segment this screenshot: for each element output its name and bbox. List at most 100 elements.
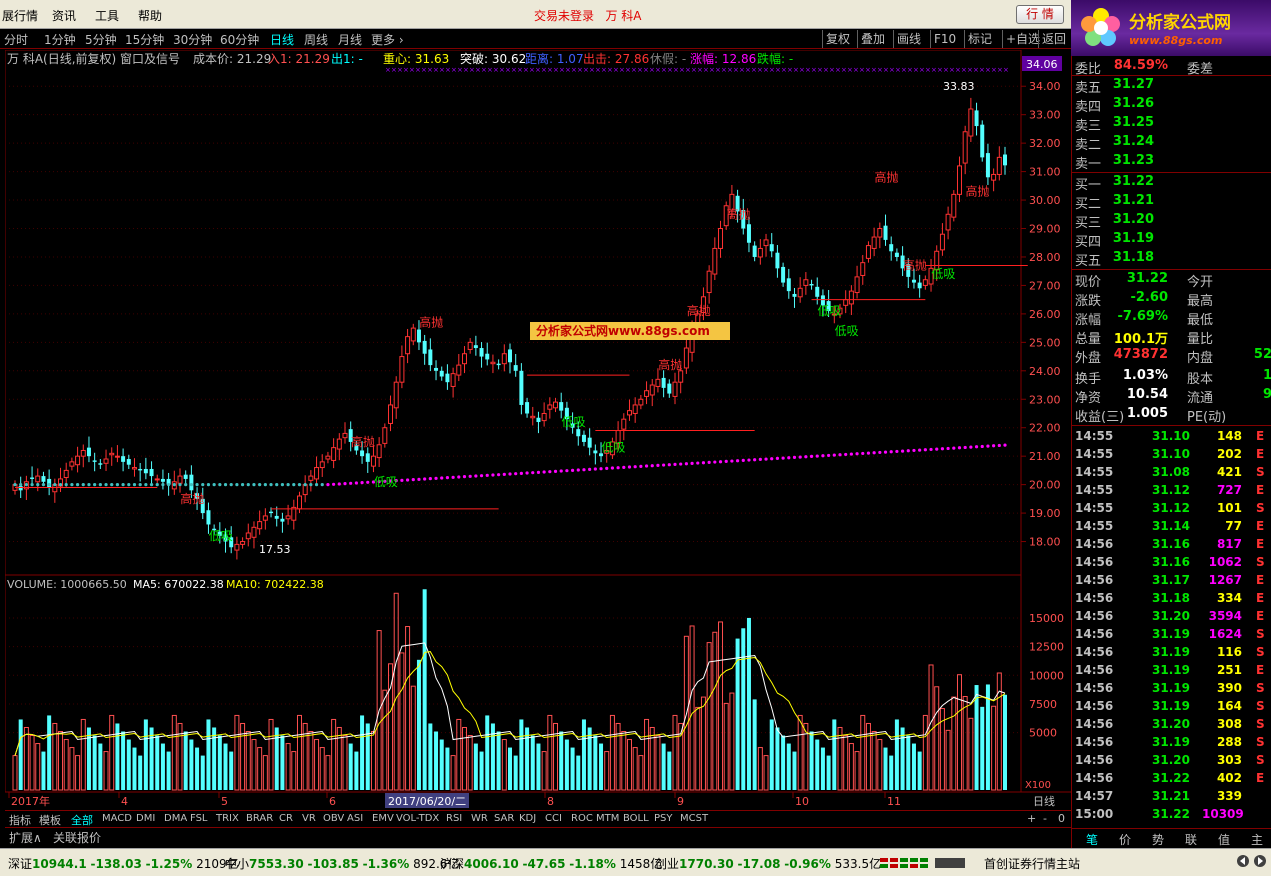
right-tab[interactable]: 价	[1111, 831, 1139, 848]
period-tab-weekly[interactable]: 周线	[304, 31, 328, 48]
tick-row[interactable]: 14:56 31.22 402 E	[1072, 769, 1271, 787]
f10-button[interactable]: F10	[930, 30, 959, 48]
period-tab-1min[interactable]: 1分钟	[44, 31, 76, 48]
login-status[interactable]: 交易未登录 万 科A	[534, 7, 642, 24]
buy-order-row[interactable]: 买二 31.21	[1072, 192, 1271, 212]
indicator-tab[interactable]: BRAR	[246, 813, 273, 824]
tick-row[interactable]: 14:57 31.21 339	[1072, 787, 1271, 805]
index-zx[interactable]: 中小7553.30 -103.85 -1.36% 892.6亿	[225, 855, 459, 872]
chart-area[interactable]: 高抛 高抛 高抛 高抛 高抛 高抛 高抛 高抛 高抛 低吸 低吸 低吸 低吸 低吸 低吸 低吸 × × × × × × × ×…	[5, 50, 1071, 810]
tick-row[interactable]: 14:56 31.16 1062 S	[1072, 553, 1271, 571]
period-tab-timeshare[interactable]: 分时	[4, 31, 28, 48]
tick-row[interactable]: 14:55 31.08 421 S	[1072, 463, 1271, 481]
indicator-tab[interactable]: MTM	[596, 813, 619, 824]
adjust-button[interactable]: 复权	[822, 30, 853, 48]
sell-order-row[interactable]: 卖二 31.24	[1072, 133, 1271, 153]
expand-button[interactable]: 扩展∧	[9, 829, 42, 846]
indicator-tab[interactable]: TRIX	[216, 813, 239, 824]
indicator-tab[interactable]: WR	[471, 813, 488, 824]
sell-order-row[interactable]: 卖一 31.23	[1072, 152, 1271, 172]
zoom-in-icon[interactable]: +	[1027, 812, 1036, 825]
indicator-tab[interactable]: RSI	[446, 813, 462, 824]
period-tab-daily[interactable]: 日线	[270, 31, 294, 48]
overlay-button[interactable]: 叠加	[857, 30, 888, 48]
index-cy[interactable]: 创业1770.30 -17.08 -0.96% 533.5亿	[655, 855, 881, 872]
tick-row[interactable]: 14:55 31.12 101 S	[1072, 499, 1271, 517]
menu-market[interactable]: 展行情	[2, 7, 38, 24]
indicator-tab[interactable]: 指标	[9, 812, 31, 828]
tick-row[interactable]: 14:56 31.17 1267 E	[1072, 571, 1271, 589]
tick-row[interactable]: 14:56 31.19 251 E	[1072, 661, 1271, 679]
period-tab-60min[interactable]: 60分钟	[220, 31, 259, 48]
right-tab[interactable]: 势	[1144, 831, 1172, 848]
tick-row[interactable]: 14:56 31.19 116 S	[1072, 643, 1271, 661]
back-button[interactable]: 返回	[1038, 30, 1069, 48]
indicator-tab[interactable]: PSY	[654, 813, 673, 824]
indicator-tab[interactable]: FSL	[190, 813, 208, 824]
indicator-tab[interactable]: SAR	[494, 813, 514, 824]
sell-order-row[interactable]: 卖五 31.27	[1072, 76, 1271, 96]
tick-row[interactable]: 14:56 31.20 3594 E	[1072, 607, 1271, 625]
indicator-tab[interactable]: ASI	[347, 813, 363, 824]
buy-order-row[interactable]: 买一 31.22	[1072, 173, 1271, 193]
tick-row[interactable]: 14:56 31.18 334 E	[1072, 589, 1271, 607]
menu-help[interactable]: 帮助	[138, 7, 162, 24]
indicator-tab[interactable]: CCI	[545, 813, 562, 824]
tick-row[interactable]: 14:56 31.19 1624 S	[1072, 625, 1271, 643]
indicator-tab[interactable]: EMV	[372, 813, 394, 824]
menu-news[interactable]: 资讯	[52, 7, 76, 24]
tick-row[interactable]: 14:55 31.14 77 E	[1072, 517, 1271, 535]
buy-order-row[interactable]: 买五 31.18	[1072, 249, 1271, 269]
period-tab-monthly[interactable]: 月线	[338, 31, 362, 48]
indicator-tab[interactable]: 模板	[39, 812, 61, 828]
candlestick-chart[interactable]: 高抛高抛高抛高抛高抛高抛高抛高抛高抛低吸低吸低吸低吸低吸低吸低吸× × × × × × × ×…	[5, 50, 1071, 810]
indicator-tab[interactable]: KDJ	[519, 813, 536, 824]
indicator-tab[interactable]: DMI	[136, 813, 155, 824]
tick-row[interactable]: 15:00 31.22 10309	[1072, 805, 1271, 823]
server-name[interactable]: 首创证券行情主站	[984, 855, 1080, 872]
right-tab[interactable]: 笔	[1078, 831, 1106, 848]
indicator-tab[interactable]: MACD	[102, 813, 132, 824]
indicator-tab[interactable]: VR	[302, 813, 316, 824]
mark-button[interactable]: 标记	[964, 30, 995, 48]
reset-icon[interactable]: 0	[1058, 812, 1065, 825]
index-sz[interactable]: 深证10944.1 -138.03 -1.25% 2109亿	[8, 855, 239, 872]
buy-order-row[interactable]: 买三 31.20	[1072, 211, 1271, 231]
tick-row[interactable]: 14:56 31.16 817 E	[1072, 535, 1271, 553]
indicator-tab[interactable]: CR	[279, 813, 293, 824]
period-tab-5min[interactable]: 5分钟	[85, 31, 117, 48]
sell-order-row[interactable]: 卖四 31.26	[1072, 95, 1271, 115]
sell-order-row[interactable]: 卖三 31.25	[1072, 114, 1271, 134]
tick-row[interactable]: 14:55 31.10 202 E	[1072, 445, 1271, 463]
indicator-tab[interactable]: DMA	[164, 813, 187, 824]
tick-row[interactable]: 14:56 31.20 303 S	[1072, 751, 1271, 769]
right-tab[interactable]: 联	[1177, 831, 1205, 848]
menu-tools[interactable]: 工具	[95, 7, 119, 24]
zoom-out-icon[interactable]: -	[1043, 812, 1047, 825]
quote-button[interactable]: 行 情	[1016, 5, 1064, 24]
right-tab[interactable]: 值	[1210, 831, 1238, 848]
indicator-tab[interactable]: 全部	[71, 812, 93, 828]
draw-line-button[interactable]: 画线	[893, 30, 924, 48]
tick-row[interactable]: 14:56 31.19 390 S	[1072, 679, 1271, 697]
scroll-left-icon[interactable]	[1236, 854, 1250, 871]
tick-row[interactable]: 14:56 31.19 164 S	[1072, 697, 1271, 715]
tick-row[interactable]: 14:56 31.20 308 S	[1072, 715, 1271, 733]
index-hs[interactable]: 沪深4006.10 -47.65 -1.18% 1458亿	[440, 855, 662, 872]
scroll-right-icon[interactable]	[1253, 854, 1267, 871]
indicator-tab[interactable]: VOL-TDX	[396, 813, 439, 824]
related-quote-button[interactable]: 关联报价	[53, 829, 101, 846]
indicator-tab[interactable]: BOLL	[623, 813, 649, 824]
indicator-tab[interactable]: OBV	[323, 813, 344, 824]
tick-row[interactable]: 14:55 31.10 148 E	[1072, 427, 1271, 445]
buy-order-row[interactable]: 买四 31.19	[1072, 230, 1271, 250]
tick-row[interactable]: 14:56 31.19 288 S	[1072, 733, 1271, 751]
right-tab[interactable]: 主	[1243, 831, 1271, 848]
add-watchlist-button[interactable]: +自选	[1002, 30, 1043, 48]
period-tab-more[interactable]: 更多 ›	[371, 31, 404, 48]
period-tab-15min[interactable]: 15分钟	[125, 31, 164, 48]
indicator-tab[interactable]: ROC	[571, 813, 593, 824]
tick-row[interactable]: 14:55 31.12 727 E	[1072, 481, 1271, 499]
period-tab-30min[interactable]: 30分钟	[173, 31, 212, 48]
indicator-tab[interactable]: MCST	[680, 813, 708, 824]
